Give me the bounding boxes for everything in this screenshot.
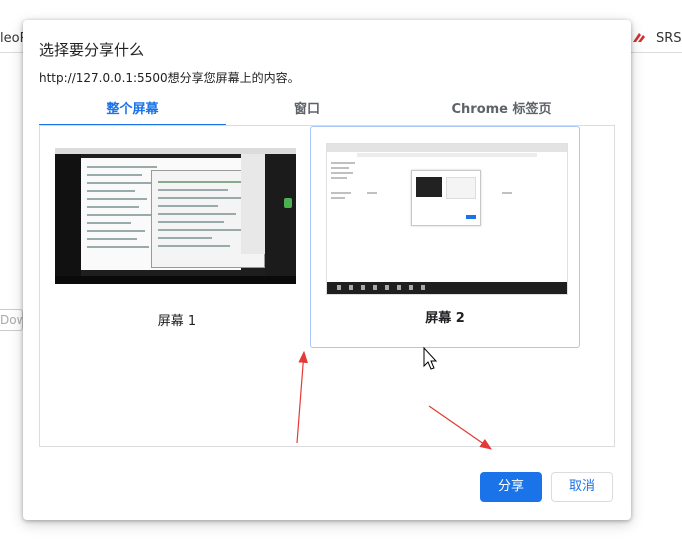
tab-window[interactable]: 窗口 (226, 100, 388, 124)
screen-1-thumbnail (55, 148, 296, 284)
source-tabs: 整个屏幕 窗口 Chrome 标签页 (39, 100, 615, 126)
share-screen-dialog: 选择要分享什么 http://127.0.0.1:5500想分享您屏幕上的内容。… (23, 20, 631, 520)
screen-option-1[interactable]: 屏幕 1 (47, 140, 307, 348)
dialog-subtitle: http://127.0.0.1:5500想分享您屏幕上的内容。 (39, 71, 300, 85)
screen-2-thumbnail (326, 143, 568, 295)
tab-entire-screen[interactable]: 整个屏幕 (39, 100, 226, 126)
tab-chrome-tab[interactable]: Chrome 标签页 (388, 100, 615, 124)
screen-option-2[interactable]: 屏幕 2 (310, 126, 580, 348)
background-download-button[interactable]: Dow (0, 309, 23, 331)
cancel-button[interactable]: 取消 (551, 472, 613, 502)
screen-2-label: 屏幕 2 (425, 311, 465, 326)
dialog-title: 选择要分享什么 (39, 41, 145, 59)
background-srs-link[interactable]: SRS (656, 31, 682, 46)
screen-list: 屏幕 1 屏幕 2 (39, 126, 615, 447)
brand-logo-icon (633, 33, 645, 42)
screen-1-label: 屏幕 1 (157, 314, 197, 329)
share-button[interactable]: 分享 (480, 472, 542, 502)
